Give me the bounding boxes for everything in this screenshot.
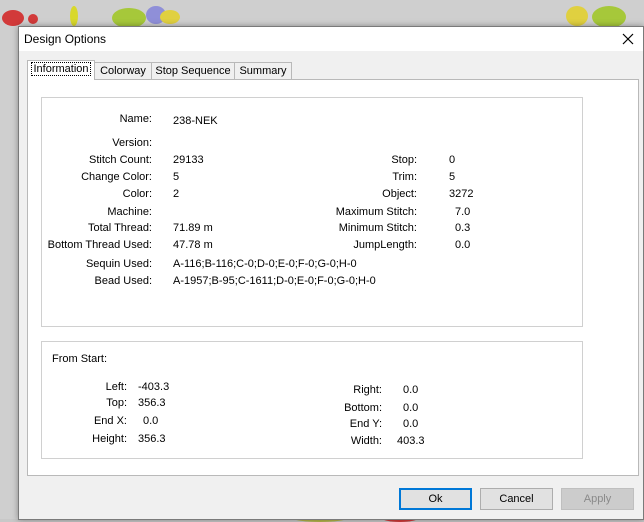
ok-button[interactable]: Ok: [399, 488, 472, 510]
end-x-label: End X:: [93, 415, 127, 427]
version-label: Version:: [112, 137, 152, 149]
maximum-stitch-value: 7.0: [455, 206, 471, 218]
trim-label: Trim:: [392, 171, 417, 183]
design-info-group: Name: 238-NEK Version: Stitch Count: 291…: [41, 97, 583, 327]
design-options-dialog: Design Options Information Colorway Stop…: [18, 26, 644, 520]
total-thread-label: Total Thread:: [87, 222, 152, 234]
object-value: 3272: [449, 188, 474, 200]
cancel-button[interactable]: Cancel: [480, 488, 553, 510]
bottom-thread-label: Bottom Thread Used:: [47, 239, 152, 251]
tab-information[interactable]: Information: [27, 60, 95, 80]
embroidery-motif: [112, 8, 146, 28]
top-value: 356.3: [138, 397, 166, 409]
trim-value: 5: [449, 171, 456, 183]
embroidery-motif: [28, 14, 38, 24]
bead-label: Bead Used:: [94, 275, 152, 287]
bottom-value: 0.0: [403, 402, 419, 414]
total-thread-value: 71.89 m: [173, 222, 213, 234]
change-color-value: 5: [173, 171, 180, 183]
name-value: 238-NEK: [173, 115, 218, 127]
minimum-stitch-value: 0.3: [455, 222, 471, 234]
end-x-value: 0.0: [143, 415, 159, 427]
left-label: Left:: [105, 381, 127, 393]
embroidery-motif: [2, 10, 24, 26]
bead-value: A-1957;B-95;C-1611;D-0;E-0;F-0;G-0;H-0: [173, 275, 376, 287]
title-bar: Design Options: [19, 27, 643, 51]
from-start-group: From Start: Left: -403.3 Top: 356.3 End …: [41, 341, 583, 459]
sequin-value: A-116;B-116;C-0;D-0;E-0;F-0;G-0;H-0: [173, 258, 357, 270]
apply-button[interactable]: Apply: [561, 488, 634, 510]
dialog-title: Design Options: [24, 32, 107, 46]
bottom-thread-value: 47.78 m: [173, 239, 213, 251]
object-label: Object:: [382, 188, 417, 200]
end-y-label: End Y:: [349, 418, 382, 430]
bottom-label: Bottom:: [344, 402, 382, 414]
minimum-stitch-label: Minimum Stitch:: [338, 222, 417, 234]
left-value: -403.3: [138, 381, 170, 393]
right-value: 0.0: [403, 384, 419, 396]
jump-length-label: JumpLength:: [353, 239, 417, 251]
from-start-heading: From Start:: [52, 353, 108, 365]
color-value: 2: [173, 188, 180, 200]
machine-label: Machine:: [107, 206, 152, 218]
height-value: 356.3: [138, 433, 166, 445]
information-panel: Name: 238-NEK Version: Stitch Count: 291…: [27, 79, 639, 476]
jump-length-value: 0.0: [455, 239, 471, 251]
embroidery-motif: [566, 6, 588, 26]
name-label: Name:: [119, 113, 152, 125]
top-label: Top:: [106, 397, 127, 409]
width-label: Width:: [350, 435, 382, 447]
close-button[interactable]: [613, 27, 643, 51]
embroidery-motif: [592, 6, 626, 28]
maximum-stitch-label: Maximum Stitch:: [335, 206, 417, 218]
stop-value: 0: [449, 154, 456, 166]
change-color-label: Change Color:: [81, 171, 152, 183]
color-label: Color:: [122, 188, 152, 200]
end-y-value: 0.0: [403, 418, 419, 430]
tab-stop-sequence[interactable]: Stop Sequence: [151, 62, 235, 80]
stitch-count-label: Stitch Count:: [89, 154, 152, 166]
width-value: 403.3: [397, 435, 425, 447]
tab-summary[interactable]: Summary: [234, 62, 292, 80]
height-label: Height:: [92, 433, 127, 445]
tab-colorway[interactable]: Colorway: [94, 62, 152, 80]
close-icon: [622, 33, 634, 45]
sequin-label: Sequin Used:: [85, 258, 152, 270]
embroidery-motif: [70, 6, 78, 26]
right-label: Right:: [353, 384, 382, 396]
embroidery-motif: [160, 10, 180, 24]
stitch-count-value: 29133: [173, 154, 204, 166]
stop-label: Stop:: [391, 154, 417, 166]
